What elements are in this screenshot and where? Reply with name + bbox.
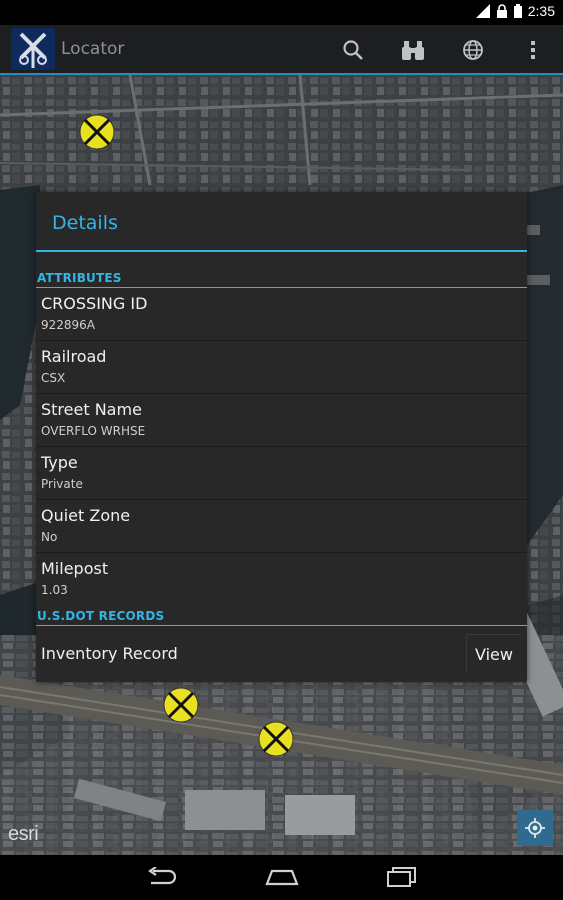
attribute-label: Quiet Zone [41,506,131,525]
attribute-row: Type Private [36,447,527,500]
inventory-record-row: Inventory Record View [36,628,527,678]
attribute-label: Street Name [41,400,142,419]
attribute-label: Railroad [41,347,107,366]
overflow-menu-icon [531,41,535,59]
title-divider [36,250,527,252]
home-button[interactable] [262,861,302,893]
dialog-title: Details [52,212,118,234]
railroad-crossing-icon [163,687,199,723]
details-dialog: Details ATTRIBUTES CROSSING ID 922896A R… [36,192,527,682]
attribute-row: Street Name OVERFLO WRHSE [36,394,527,447]
binoculars-button[interactable] [398,35,428,65]
attribute-value: CSX [41,371,66,385]
attribute-value: OVERFLO WRHSE [41,424,146,438]
signal-icon [475,4,490,18]
attribute-label: Type [41,453,78,472]
recent-apps-button[interactable] [382,861,422,893]
binoculars-icon [402,41,424,60]
attribute-value: 922896A [41,318,96,332]
attributes-header-label: ATTRIBUTES [37,271,122,285]
attribute-row: CROSSING ID 922896A [36,288,527,341]
railroad-crossing-marker[interactable] [258,721,294,757]
lock-icon [496,4,507,18]
railroad-crossing-marker[interactable] [79,114,115,150]
back-icon [148,867,177,885]
attribute-value: Private [41,477,83,491]
attribute-value: 1.03 [41,583,68,597]
attribute-value: No [41,530,58,544]
view-button[interactable]: View [466,634,521,673]
esri-attribution: esri [8,823,39,845]
app-title: Locator [61,39,125,59]
section-divider [36,625,527,626]
records-header-label: U.S.DOT RECORDS [37,609,165,623]
app-logo-icon[interactable] [11,28,55,70]
back-button[interactable] [142,861,182,893]
home-icon [265,869,299,886]
attribute-row: Quiet Zone No [36,500,527,553]
railroad-crossing-marker[interactable] [163,687,199,723]
attribute-label: Milepost [41,559,109,578]
my-location-icon [525,818,545,838]
globe-icon [463,40,483,60]
status-bar: 2:35 [0,0,563,25]
search-icon [343,40,363,60]
action-bar: Locator [0,25,563,75]
battery-icon [513,4,522,18]
railroad-crossing-icon [79,114,115,150]
inventory-record-label: Inventory Record [41,644,178,663]
attribute-row: Milepost 1.03 [36,553,527,605]
locate-button[interactable] [517,810,553,846]
records-section-header: U.S.DOT RECORDS [36,606,527,626]
attributes-section-header: ATTRIBUTES [36,268,527,288]
recent-apps-icon [387,867,416,887]
overflow-menu-button[interactable] [518,35,548,65]
attribute-row: Railroad CSX [36,341,527,394]
globe-button[interactable] [458,35,488,65]
search-button[interactable] [338,35,368,65]
status-icons: 2:35 [475,3,555,19]
navigation-bar [0,855,563,900]
attribute-label: CROSSING ID [41,294,148,313]
status-time: 2:35 [527,3,555,19]
railroad-crossing-icon [258,721,294,757]
